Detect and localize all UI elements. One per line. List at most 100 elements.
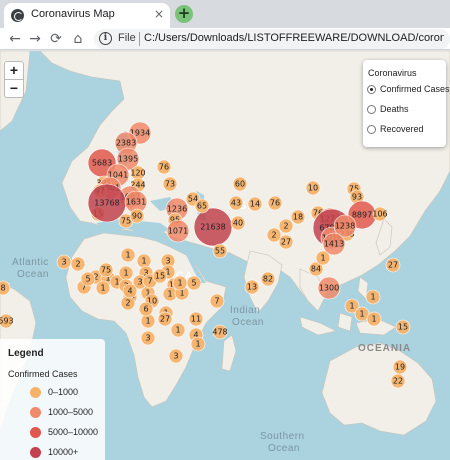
url-text[interactable]: C:/Users/Downloads/LISTOFFREEWARE/DOWNLO… xyxy=(144,32,444,44)
case-marker[interactable]: 2 xyxy=(266,227,282,243)
case-marker[interactable]: 1 xyxy=(95,280,111,296)
case-marker[interactable]: 1 xyxy=(172,275,188,291)
case-count-label: 7 xyxy=(214,297,219,306)
back-button[interactable]: ← xyxy=(6,30,24,48)
info-icon[interactable]: i xyxy=(99,32,112,45)
case-marker[interactable]: 76 xyxy=(267,195,283,211)
case-marker[interactable]: 1 xyxy=(190,336,206,352)
layer-control: Coronavirus Confirmed Cases Deaths Recov… xyxy=(363,60,450,147)
legend-swatch xyxy=(30,447,41,458)
case-count-label: 8 xyxy=(0,284,5,293)
case-count-label: 3 xyxy=(173,352,178,361)
case-count-label: 1 xyxy=(145,317,150,326)
case-marker[interactable]: 75 xyxy=(98,262,114,278)
layer-option-confirmed[interactable]: Confirmed Cases xyxy=(367,84,450,96)
case-marker[interactable]: 40 xyxy=(230,215,246,231)
case-count-label: 27 xyxy=(160,315,170,324)
case-marker[interactable]: 6 xyxy=(138,301,154,317)
legend-swatch xyxy=(30,387,41,398)
case-marker[interactable]: 43 xyxy=(228,195,244,211)
tab-coronavirus-map[interactable]: Coronavirus Map × xyxy=(4,3,170,28)
case-marker[interactable]: 14 xyxy=(247,196,263,212)
forward-button[interactable]: → xyxy=(26,30,44,48)
case-marker[interactable]: 15 xyxy=(152,268,168,284)
case-marker[interactable]: 1300 xyxy=(317,276,341,300)
case-marker[interactable]: 5 xyxy=(80,271,96,287)
world-map[interactable]: Atlantic Ocean Indian Ocean Southern Oce… xyxy=(0,51,450,460)
case-marker[interactable]: 19 xyxy=(392,359,408,375)
case-count-label: 1 xyxy=(141,257,146,266)
case-count-label: 15 xyxy=(155,272,165,281)
case-marker[interactable]: 65 xyxy=(194,198,210,214)
case-count-label: 7 xyxy=(147,277,152,286)
case-count-label: 10 xyxy=(308,184,318,193)
case-marker[interactable]: 1 xyxy=(315,250,331,266)
tab-close-button[interactable]: × xyxy=(154,7,164,21)
case-marker[interactable]: 3 xyxy=(140,330,156,346)
radio-deaths[interactable] xyxy=(367,105,376,114)
case-marker[interactable]: 82 xyxy=(260,271,276,287)
case-marker[interactable]: 73 xyxy=(162,176,178,192)
case-marker[interactable]: 1 xyxy=(170,322,186,338)
case-count-label: 1 xyxy=(349,302,354,311)
case-marker[interactable]: 10 xyxy=(305,180,321,196)
case-count-label: 1 xyxy=(125,251,130,260)
case-marker[interactable]: 3 xyxy=(168,348,184,364)
case-marker[interactable]: 27 xyxy=(278,234,294,250)
case-marker[interactable]: 55 xyxy=(212,243,228,259)
case-marker[interactable]: 90 xyxy=(129,208,145,224)
case-count-label: 15 xyxy=(398,323,408,332)
case-marker[interactable]: 1 xyxy=(120,247,136,263)
case-count-label: 1413 xyxy=(324,240,344,249)
case-marker[interactable]: 7 xyxy=(209,293,225,309)
case-marker[interactable]: 3 xyxy=(56,254,72,270)
case-marker[interactable]: 18 xyxy=(290,209,306,225)
case-count-label: 13 xyxy=(247,283,257,292)
reload-button[interactable]: ⟳ xyxy=(47,30,65,48)
layer-option-recovered[interactable]: Recovered xyxy=(367,124,445,136)
case-marker[interactable]: 22 xyxy=(390,373,406,389)
case-marker[interactable]: 27 xyxy=(385,257,401,273)
case-marker[interactable]: 60 xyxy=(232,176,248,192)
case-count-label: 3 xyxy=(137,278,142,287)
case-marker[interactable]: 1071 xyxy=(166,219,190,243)
zoom-in-button[interactable]: + xyxy=(4,61,24,80)
case-count-label: 2 xyxy=(271,231,276,240)
case-marker[interactable]: 76 xyxy=(156,159,172,175)
case-count-label: 106 xyxy=(372,210,387,219)
southern-ocean-label-2: Ocean xyxy=(268,443,300,454)
radio-confirmed[interactable] xyxy=(367,85,376,94)
case-marker[interactable]: 1 xyxy=(136,253,152,269)
case-marker[interactable]: 1 xyxy=(366,311,382,327)
case-marker[interactable]: 21638 xyxy=(193,207,233,247)
layer-option-deaths[interactable]: Deaths xyxy=(367,104,445,116)
case-marker[interactable]: 5 xyxy=(186,275,202,291)
new-tab-button[interactable]: + xyxy=(175,5,193,23)
case-count-label: 120 xyxy=(130,169,145,178)
case-marker[interactable]: 1 xyxy=(365,289,381,305)
case-marker[interactable]: 13 xyxy=(244,279,260,295)
atlantic-ocean-label: Atlantic xyxy=(12,257,49,268)
case-marker[interactable]: 106 xyxy=(372,206,388,222)
case-marker[interactable]: 2 xyxy=(278,218,294,234)
case-count-label: 75 xyxy=(101,266,111,275)
case-count-label: 93 xyxy=(352,193,362,202)
case-marker[interactable]: 2 xyxy=(70,256,86,272)
oceania-label: OCEANIA xyxy=(358,343,411,354)
case-marker[interactable]: 27 xyxy=(157,311,173,327)
australia-landmass xyxy=(321,342,437,436)
madagascar xyxy=(221,334,237,372)
case-marker[interactable]: 11 xyxy=(188,311,204,327)
case-marker[interactable]: 1 xyxy=(140,313,156,329)
address-bar[interactable]: i File C:/Users/Downloads/LISTOFFREEWARE… xyxy=(94,29,450,49)
case-marker[interactable]: 478 xyxy=(212,324,228,340)
url-divider xyxy=(139,32,140,46)
home-button[interactable]: ⌂ xyxy=(69,30,87,48)
case-marker[interactable]: 15 xyxy=(395,319,411,335)
case-marker[interactable]: 2 xyxy=(120,295,136,311)
radio-recovered[interactable] xyxy=(367,125,376,134)
zoom-out-button[interactable]: − xyxy=(4,79,24,98)
case-marker[interactable]: 1 xyxy=(118,265,134,281)
case-count-label: 1 xyxy=(195,340,200,349)
case-marker[interactable]: 4 xyxy=(122,283,138,299)
